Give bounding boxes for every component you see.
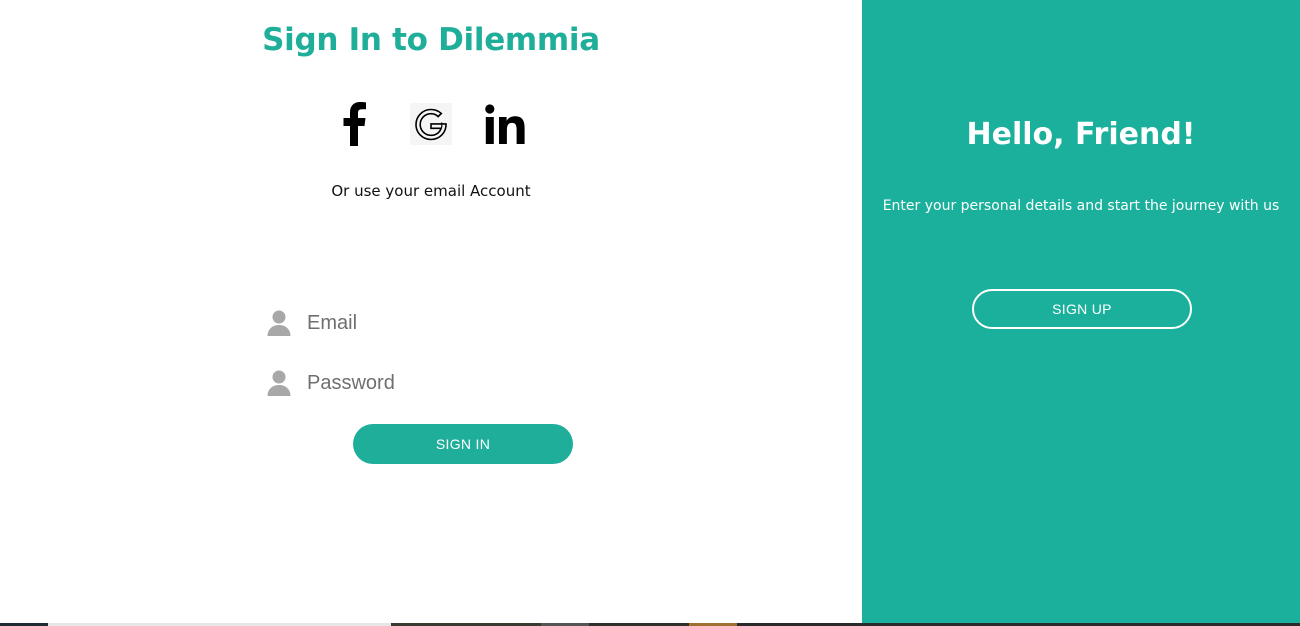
password-field-group [265,365,605,401]
sign-up-button[interactable]: SIGN UP [972,289,1192,329]
welcome-tagline: Enter your personal details and start th… [882,198,1280,214]
email-field-group [265,305,605,341]
google-icon [410,103,452,145]
user-icon [265,368,293,398]
user-icon [265,308,293,338]
social-login-row [0,100,862,150]
linkedin-icon [485,104,525,144]
welcome-heading: Hello, Friend! [966,117,1196,152]
sign-in-button[interactable]: SIGN IN [353,424,573,464]
page-title: Sign In to Dilemmia [262,22,600,58]
sign-in-panel: Sign In to Dilemmia Or use your email Ac… [0,0,862,623]
facebook-icon [343,102,366,146]
linkedin-login-button[interactable] [482,100,532,148]
email-input[interactable] [307,307,597,339]
google-login-button[interactable] [408,100,454,148]
password-input[interactable] [307,367,597,399]
facebook-login-button[interactable] [330,100,378,148]
email-account-hint: Or use your email Account [331,182,531,200]
welcome-panel: Hello, Friend! Enter your personal detai… [862,0,1300,623]
